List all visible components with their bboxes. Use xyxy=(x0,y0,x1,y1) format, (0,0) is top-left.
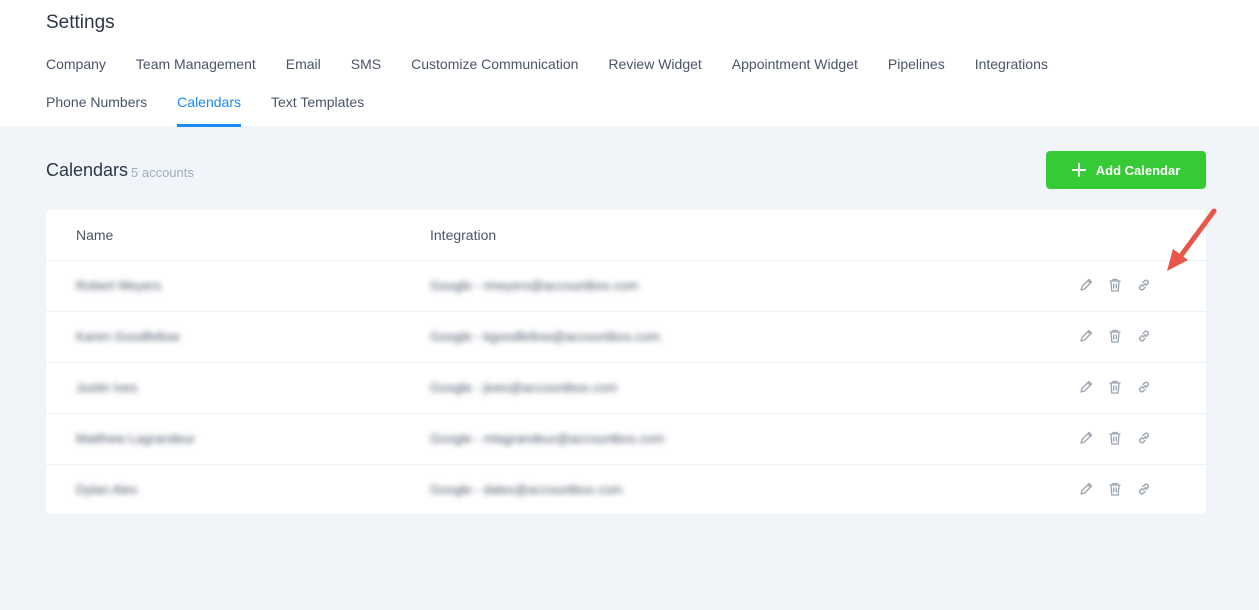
tab-appointment-widget[interactable]: Appointment Widget xyxy=(732,56,858,73)
table-row: Dylan Alex Google - dalex@accountbox.com xyxy=(46,464,1206,515)
tab-integrations[interactable]: Integrations xyxy=(975,56,1048,73)
page-title: Settings xyxy=(46,12,115,33)
row-actions xyxy=(1078,277,1152,293)
calendar-integration: Google - kgoodfellow@accountbox.com xyxy=(430,329,660,344)
add-calendar-label: Add Calendar xyxy=(1095,162,1181,178)
plus-icon xyxy=(1071,163,1086,177)
calendar-name: Dylan Alex xyxy=(76,482,138,497)
table-row: Karen Goodfellow Google - kgoodfellow@ac… xyxy=(46,311,1206,362)
row-actions xyxy=(1078,481,1152,497)
pencil-icon[interactable] xyxy=(1078,430,1094,446)
calendar-name: Karen Goodfellow xyxy=(76,329,180,344)
arrow-annotation-icon xyxy=(1167,208,1217,271)
pencil-icon[interactable] xyxy=(1078,328,1094,344)
row-actions xyxy=(1078,379,1152,395)
row-actions xyxy=(1078,328,1152,344)
pencil-icon[interactable] xyxy=(1078,277,1094,293)
calendar-name: Justin Ives xyxy=(76,380,138,395)
tab-review-widget[interactable]: Review Widget xyxy=(608,56,701,73)
link-icon[interactable] xyxy=(1136,481,1152,497)
calendar-integration: Google - dalex@accountbox.com xyxy=(430,482,623,497)
calendars-table: Name Integration Robert Meyers Google - … xyxy=(46,210,1206,514)
link-icon[interactable] xyxy=(1136,379,1152,395)
section-title: Calendars xyxy=(46,160,129,180)
trash-icon[interactable] xyxy=(1107,430,1123,446)
table-row: Justin Ives Google - jives@accountbox.co… xyxy=(46,362,1206,413)
tab-text-templates[interactable]: Text Templates xyxy=(271,94,364,111)
tab-phone-numbers[interactable]: Phone Numbers xyxy=(46,94,147,111)
add-calendar-button[interactable]: Add Calendar xyxy=(1046,151,1206,189)
table-row: Matthew Lagrandeur Google - mlagrandeur@… xyxy=(46,413,1206,464)
tab-company[interactable]: Company xyxy=(46,56,106,73)
tab-sms[interactable]: SMS xyxy=(351,56,381,73)
link-icon[interactable] xyxy=(1136,430,1152,446)
link-icon[interactable] xyxy=(1136,328,1152,344)
calendar-integration: Google - rmeyers@accountbox.com xyxy=(430,278,639,293)
trash-icon[interactable] xyxy=(1107,379,1123,395)
link-icon[interactable] xyxy=(1136,277,1152,293)
tab-pipelines[interactable]: Pipelines xyxy=(888,56,945,73)
calendar-integration: Google - mlagrandeur@accountbox.com xyxy=(430,431,665,446)
tab-customize-communication[interactable]: Customize Communication xyxy=(411,56,578,73)
column-header-integration: Integration xyxy=(430,227,497,243)
settings-header: Settings Company Team Management Email S… xyxy=(0,0,1259,127)
tab-email[interactable]: Email xyxy=(286,56,321,73)
calendar-name: Robert Meyers xyxy=(76,278,162,293)
trash-icon[interactable] xyxy=(1107,481,1123,497)
calendar-name: Matthew Lagrandeur xyxy=(76,431,196,446)
pencil-icon[interactable] xyxy=(1078,379,1094,395)
table-row: Robert Meyers Google - rmeyers@accountbo… xyxy=(46,260,1206,311)
trash-icon[interactable] xyxy=(1107,328,1123,344)
column-header-name: Name xyxy=(76,227,114,243)
tab-calendars[interactable]: Calendars xyxy=(177,94,241,127)
row-actions xyxy=(1078,430,1152,446)
settings-nav-row-1: Company Team Management Email SMS Custom… xyxy=(46,56,1048,73)
tab-team-management[interactable]: Team Management xyxy=(136,56,256,73)
settings-nav-row-2: Phone Numbers Calendars Text Templates xyxy=(46,94,364,127)
account-count: 5 accounts xyxy=(131,165,194,180)
pencil-icon[interactable] xyxy=(1078,481,1094,497)
trash-icon[interactable] xyxy=(1107,277,1123,293)
calendar-integration: Google - jives@accountbox.com xyxy=(430,380,618,395)
